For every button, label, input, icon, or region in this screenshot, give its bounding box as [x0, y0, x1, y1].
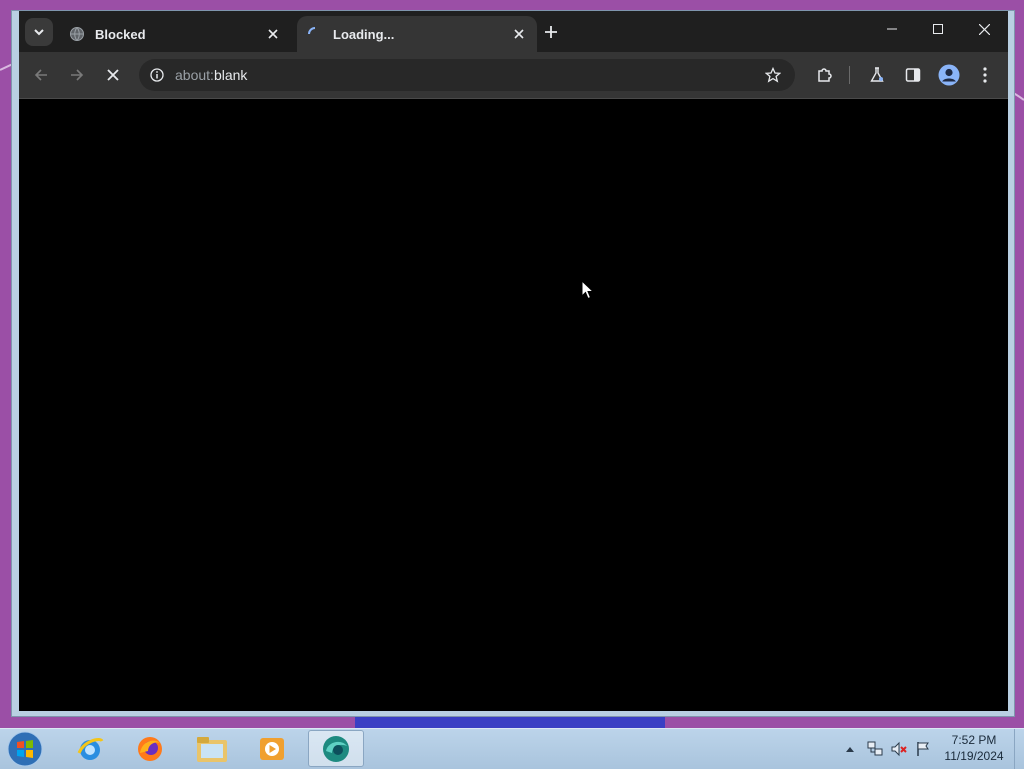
forward-button[interactable] — [63, 61, 91, 89]
clock-time: 7:52 PM — [951, 733, 997, 747]
stop-loading-button[interactable] — [99, 61, 127, 89]
mouse-cursor-icon — [581, 280, 595, 300]
back-button[interactable] — [27, 61, 55, 89]
close-tab-icon[interactable] — [261, 22, 285, 46]
show-hidden-icons-button[interactable] — [843, 737, 857, 761]
side-panel-icon — [905, 68, 921, 82]
browser: Blocked Loading... about:blank — [19, 11, 1008, 711]
more-vertical-icon — [983, 67, 987, 83]
menu-button[interactable] — [971, 61, 999, 89]
toolbar-divider — [849, 66, 850, 84]
puzzle-piece-icon — [818, 68, 832, 82]
bookmark-star-icon[interactable] — [761, 63, 785, 87]
speaker-muted-icon — [891, 741, 907, 757]
minimize-button[interactable] — [869, 11, 915, 47]
url-text: about:blank — [175, 67, 247, 83]
taskbar-media-player[interactable] — [244, 730, 300, 767]
close-icon — [978, 23, 990, 35]
site-info-icon[interactable] — [147, 65, 167, 85]
maximize-icon — [933, 24, 943, 34]
tab-blocked[interactable]: Blocked — [59, 16, 291, 52]
flask-icon — [870, 67, 884, 82]
loading-spinner-icon — [307, 26, 323, 42]
chevron-down-icon — [34, 29, 44, 36]
url-host: blank — [213, 67, 248, 83]
tray-network[interactable] — [864, 737, 886, 761]
new-tab-button[interactable] — [539, 20, 563, 44]
globe-icon — [69, 26, 85, 42]
url-prefix: about: — [175, 67, 214, 83]
tray-action-center[interactable] — [912, 737, 934, 761]
arrow-right-icon — [71, 69, 84, 81]
profile-button[interactable] — [935, 61, 963, 89]
taskbar-firefox[interactable] — [122, 730, 178, 767]
side-panel-button[interactable] — [899, 61, 927, 89]
plus-icon — [545, 26, 557, 38]
toolbar: about:blank — [19, 52, 1008, 99]
tray-volume-muted[interactable] — [888, 737, 910, 761]
show-desktop-button[interactable] — [1014, 729, 1024, 769]
address-bar[interactable]: about:blank — [139, 59, 795, 91]
arrow-left-icon — [34, 69, 47, 81]
browser-app-icon — [323, 735, 349, 762]
taskbar-browser-app[interactable] — [308, 730, 364, 767]
close-tab-icon[interactable] — [507, 22, 531, 46]
taskbar-internet-explorer[interactable] — [62, 730, 118, 767]
tab-strip: Blocked Loading... — [19, 11, 1008, 52]
tab-title: Blocked — [95, 26, 146, 42]
flag-icon — [917, 742, 929, 756]
browser-window-frame: Blocked Loading... about:blank — [11, 10, 1015, 717]
network-icon — [867, 741, 883, 756]
extensions-button[interactable] — [811, 61, 839, 89]
chevron-up-icon — [846, 747, 854, 752]
clock[interactable]: 7:52 PM 11/19/2024 — [938, 732, 1010, 764]
close-window-button[interactable] — [961, 11, 1007, 47]
minimize-icon — [887, 28, 897, 30]
clock-date: 11/19/2024 — [944, 749, 1004, 763]
taskbar-file-explorer[interactable] — [184, 730, 240, 767]
media-player-icon — [260, 737, 284, 760]
firefox-icon — [138, 736, 162, 761]
avatar-icon — [938, 64, 960, 86]
windows-logo-icon — [7, 731, 43, 767]
tab-search-button[interactable] — [25, 18, 53, 46]
close-icon — [107, 69, 119, 81]
maximize-button[interactable] — [915, 11, 961, 47]
page-content[interactable] — [19, 99, 1008, 711]
internet-explorer-icon — [77, 737, 104, 760]
taskbar: 7:52 PM 11/19/2024 — [0, 728, 1024, 769]
start-button[interactable] — [6, 731, 44, 767]
tab-loading[interactable]: Loading... — [297, 16, 537, 52]
tab-title: Loading... — [333, 26, 395, 42]
labs-button[interactable] — [863, 61, 891, 89]
file-explorer-icon — [197, 736, 227, 762]
